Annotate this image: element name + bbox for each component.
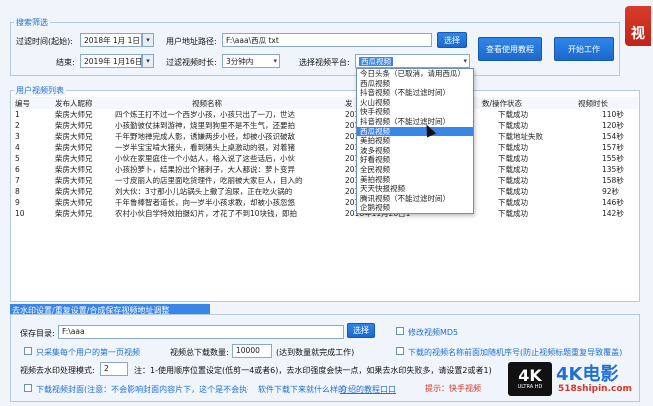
download-limit-label: 视频总下载数量: xyxy=(170,348,229,357)
platform-select[interactable]: 西瓜视频 ▾ xyxy=(355,54,470,68)
col-id[interactable]: 编号 xyxy=(12,97,52,109)
download-limit-note: (达到数量就完成工作) xyxy=(276,348,355,357)
table-row[interactable]: 5 柴房大师兄 小伙在家里庭住一个小姑人，格入说了这些话后，小伙 2018 下载成功 15… xyxy=(12,153,638,164)
duration-label: 过滤视频时长: xyxy=(166,58,217,67)
dropdown-option[interactable]: 好看视频 xyxy=(357,155,473,165)
save-dir-input[interactable]: F:\aaa xyxy=(58,325,344,339)
download-cover-label: 下载视频封面(注意：不会影响封面内容片下，这个是不会执行的) xyxy=(36,385,248,394)
dropdown-option[interactable]: 美拍视频 xyxy=(357,136,473,146)
download-limit-input[interactable]: 10000 xyxy=(232,344,272,358)
dropdown-option[interactable]: 美拍视频 xyxy=(357,175,473,185)
chevron-down-icon: ▾ xyxy=(463,57,467,65)
watermark-mode-note: 注：1-使用顺序位置设定(低剪一4或者6)，去水印强度会快一点，如果去水印失败多… xyxy=(134,366,492,375)
only-first-page-checkbox[interactable] xyxy=(24,347,32,355)
table-row[interactable]: 4 柴房大师兄 一岁半宝宝啃大猪头，看到猪头上桌激动的很，对着猪 2018 下载成功 15… xyxy=(12,142,638,153)
download-cover-checkbox[interactable] xyxy=(24,384,32,392)
platform-value: 西瓜视频 xyxy=(359,57,393,66)
dropdown-option[interactable]: 腾讯视频（不能过滤时间） xyxy=(357,194,473,204)
table-row[interactable]: 2 柴房大师兄 小孩勤彼仗抹到游神，烧里到狗里不是不生气，还要拍 2018 下载成功 12… xyxy=(12,120,638,131)
dropdown-option[interactable]: 全民视频 xyxy=(357,165,473,175)
table-row[interactable]: 7 柴房大师兄 一寸皮丽人的店里面吃货理件，吃丽被大家巨人，目入的 2018 下载成功 1… xyxy=(12,175,638,186)
dropdown-option[interactable]: 火山视频 xyxy=(357,98,473,108)
platform-dropdown-list[interactable]: 今日头条（已取消，请用西瓜） 西瓜视频 抖音视频（不能过滤时间） 火山视频 快手… xyxy=(356,68,474,214)
table-row[interactable]: 8 柴房大师兄 刘大伙：3寸那小儿站锅头上撒了泡尿，正在吃火锅的 2018 下载成功 92… xyxy=(12,186,638,197)
date-start-label: 过滤时间(起始): xyxy=(16,37,73,46)
col-title[interactable]: 视频名称 xyxy=(112,97,342,109)
save-dir-label: 保存目录: xyxy=(20,329,55,338)
brand-url: 518shipin.com xyxy=(558,384,632,394)
watermark-mode-input[interactable]: 2 xyxy=(100,362,128,376)
download-cover-note: 软件下载下来就什么样的 xyxy=(258,385,346,394)
dropdown-option[interactable]: 波多视频 xyxy=(357,146,473,156)
md5-checkbox[interactable] xyxy=(396,327,404,335)
table-row[interactable]: 1 柴房大师兄 四个炼王打不过一个西岁小孩，小孩只出了一刀，世达 2019 下载成功 11… xyxy=(12,109,638,120)
browse-user-path-button[interactable]: 选择 xyxy=(437,32,467,48)
corner-logo-text: 视 xyxy=(631,26,645,42)
user-path-label: 用户地址路径: xyxy=(166,37,217,46)
chevron-down-icon: ▾ xyxy=(273,57,277,65)
date-start-field[interactable]: 2018年 1月 1日 xyxy=(80,33,142,47)
tip-text: 提示：快手视频 xyxy=(425,384,481,393)
random-prefix-label: 下载的视频名称前面加随机序号(防止视频标题重复导致覆盖) xyxy=(408,348,623,357)
table-row[interactable]: 3 柴房大师兄 千年野地禅完成人影，诱嫌两步小径，却被小孩识破敌 2018 下载地址失败… xyxy=(12,131,638,142)
date-end-dropdown-icon[interactable]: ▾ xyxy=(142,54,154,68)
brand-4k-text: 4K xyxy=(518,366,542,385)
dropdown-option[interactable]: 企鹅视频 xyxy=(357,203,473,213)
brand-4k-logo: 4K ULTRA HD xyxy=(508,362,552,396)
help-tutorial-button[interactable]: 查看使用教程 xyxy=(478,37,542,61)
duration-value: 3分钟内 xyxy=(226,57,254,66)
table-row[interactable]: 9柴房大师兄千年鲁棒智者道长，向一岁半小孩求教，却被小孩忽悠2018年11月30… xyxy=(12,197,638,208)
duration-select[interactable]: 3分钟内 ▾ xyxy=(222,54,280,68)
only-first-page-label: 只采集每个用户的第一页视频 xyxy=(36,348,140,357)
brand-name: 4K电影 xyxy=(556,364,619,385)
table-header: 编号 发布人昵称 视频名称 发 数/操作状态 视频时长 xyxy=(12,97,638,109)
video-table: 编号 发布人昵称 视频名称 发 数/操作状态 视频时长 1 柴房大师兄 四个炼王打不… xyxy=(12,97,638,219)
dropdown-option-selected[interactable]: 西瓜视频 xyxy=(357,126,473,137)
col-length[interactable]: 视频时长 xyxy=(558,97,638,109)
browse-save-dir-button[interactable]: 选择 xyxy=(347,323,375,338)
table-row[interactable]: 10柴房大师兄农村小伙自学特效拍摄幻片，才花了不到10块钱，即拍2018年11月… xyxy=(12,208,638,219)
dropdown-option[interactable]: 快手视频 xyxy=(357,107,473,117)
user-path-input[interactable]: F:\aaa\西瓜 txt xyxy=(222,33,432,47)
platform-label: 选择视频平台: xyxy=(299,58,350,67)
filter-legend: 搜索筛选 xyxy=(14,17,50,28)
corner-logo: 视 xyxy=(625,6,651,46)
dropdown-option[interactable]: 抖音视频（不能过滤时间） xyxy=(357,117,473,127)
col-author[interactable]: 发布人昵称 xyxy=(52,97,112,109)
brand-4k-sub: ULTRA HD xyxy=(517,384,543,390)
dropdown-option[interactable]: 抖音视频（不能过滤时间） xyxy=(357,88,473,98)
random-prefix-checkbox[interactable] xyxy=(396,347,404,355)
date-end-label: 结束: xyxy=(56,58,75,67)
dropdown-option[interactable]: 天天快报视频 xyxy=(357,184,473,194)
dropdown-option[interactable]: 西瓜视频 xyxy=(357,79,473,89)
intro-tutorial-link[interactable]: 介绍的教程口口 xyxy=(340,384,396,395)
date-end-field[interactable]: 2019年 1月16日 xyxy=(80,54,142,68)
date-start-dropdown-icon[interactable]: ▾ xyxy=(142,33,154,47)
start-work-button[interactable]: 开始工作 xyxy=(554,37,614,61)
md5-label: 修改视频MD5 xyxy=(408,328,459,337)
watermark-mode-label: 视频去水印处理模式: xyxy=(20,366,95,375)
dropdown-option[interactable]: 今日头条（已取消，请用西瓜） xyxy=(357,69,473,79)
video-list-legend: 用户视频列表 xyxy=(14,85,66,96)
table-row[interactable]: 6 柴房大师兄 小孩扮萝卜，结果扮出个猪刺子，大人都说：萝卜变异 2018 下载成功 13… xyxy=(12,164,638,175)
